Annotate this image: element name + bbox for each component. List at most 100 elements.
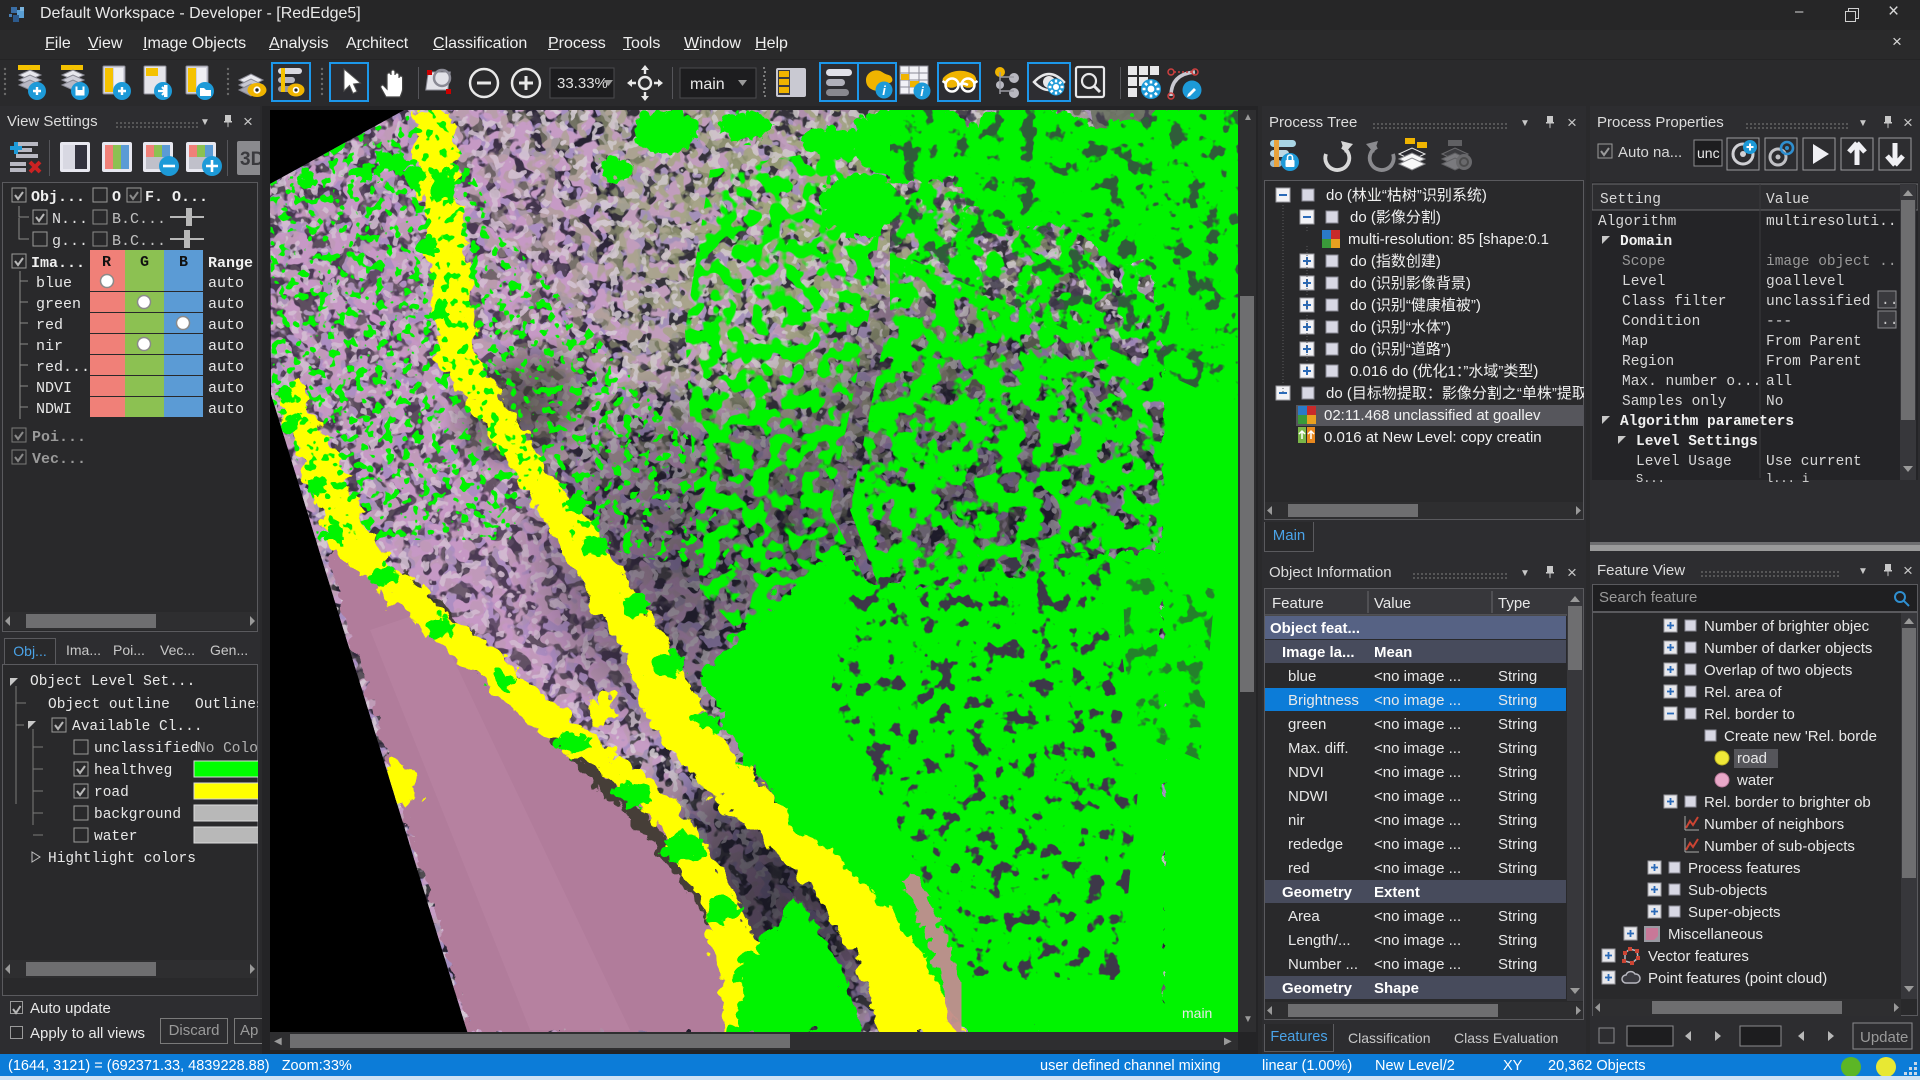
svg-text:Geometry: Geometry (1282, 980, 1353, 997)
svg-text:Number of neighbors: Number of neighbors (1704, 816, 1844, 833)
svg-text:Ima...: Ima... (31, 255, 85, 272)
svg-text:Level: Level (1622, 274, 1666, 290)
svg-text:Rel. border to brighter ob: Rel. border to brighter ob (1704, 794, 1871, 811)
svg-text:R: R (102, 254, 111, 271)
svg-text:Number ...: Number ... (1288, 956, 1358, 973)
svg-text:Setting: Setting (1600, 192, 1661, 208)
svg-text:do (影像分割): do (影像分割) (1350, 209, 1441, 226)
svg-text:Image la...: Image la... (1282, 644, 1355, 661)
svg-text:<no image ...: <no image ... (1374, 740, 1461, 757)
svg-text:Class filter: Class filter (1622, 294, 1726, 310)
svg-text:road: road (94, 785, 129, 801)
svg-text:auto: auto (208, 275, 244, 292)
svg-text:Condition: Condition (1622, 314, 1700, 330)
svg-text:F. O...: F. O... (145, 189, 208, 206)
svg-text:l... i: l... i (1766, 472, 1809, 486)
svg-text:do (目标物提取：影像分割之“单株”提取: do (目标物提取：影像分割之“单株”提取 (1326, 385, 1584, 402)
svg-text:multiresoluti...: multiresoluti... (1766, 214, 1905, 230)
svg-text:nir: nir (36, 338, 63, 355)
svg-text:B: B (179, 254, 188, 271)
svg-text:unc: unc (1697, 145, 1720, 161)
svg-text:NDWI: NDWI (1288, 788, 1328, 805)
svg-text:Extent: Extent (1374, 884, 1420, 901)
svg-text:Value: Value (1766, 192, 1810, 208)
svg-text:String: String (1498, 740, 1537, 757)
svg-text:..: .. (1881, 313, 1898, 329)
svg-text:red...: red... (36, 359, 90, 376)
svg-text:<no image ...: <no image ... (1374, 668, 1461, 685)
svg-text:Mean: Mean (1374, 644, 1412, 661)
svg-text:do (识别影像背景): do (识别影像背景) (1350, 275, 1471, 292)
svg-text:image object ...: image object ... (1766, 254, 1905, 270)
svg-text:road: road (1737, 750, 1767, 767)
svg-text:Miscellaneous: Miscellaneous (1668, 926, 1763, 943)
svg-text:rededge: rededge (1288, 836, 1343, 853)
svg-text:Number of brighter objec: Number of brighter objec (1704, 618, 1870, 635)
svg-text:Map: Map (1622, 334, 1648, 350)
svg-text:multi-resolution: 85 [shape:0.: multi-resolution: 85 [shape:0.1 (1348, 231, 1549, 248)
svg-text:healthveg: healthveg (94, 763, 172, 779)
svg-text:String: String (1498, 788, 1537, 805)
svg-text:String: String (1498, 932, 1537, 949)
svg-text:Overlap of two objects: Overlap of two objects (1704, 662, 1852, 679)
svg-text:N...: N... (52, 211, 88, 228)
svg-text:unclassified: unclassified (1766, 294, 1870, 310)
svg-text:Object feat...: Object feat... (1270, 620, 1360, 637)
svg-text:green: green (36, 296, 81, 313)
svg-text:red: red (36, 317, 63, 334)
svg-text:..: .. (1881, 293, 1898, 309)
svg-text:String: String (1498, 764, 1537, 781)
svg-text:33.33%: 33.33% (557, 75, 608, 92)
svg-text:02:11.468 unclassified at go: 02:11.468 unclassified at goallev (1324, 407, 1541, 424)
svg-text:<no image ...: <no image ... (1374, 788, 1461, 805)
svg-text:do (林业“枯树”识别系统): do (林业“枯树”识别系统) (1326, 187, 1487, 204)
svg-text:From Parent: From Parent (1766, 334, 1862, 350)
svg-text:g...: g... (52, 233, 88, 250)
svg-text:red: red (1288, 860, 1310, 877)
svg-text:water: water (1736, 772, 1774, 789)
svg-text:Create new 'Rel. borde: Create new 'Rel. borde (1724, 728, 1877, 745)
svg-text:<no image ...: <no image ... (1374, 764, 1461, 781)
svg-text:Obj...: Obj... (31, 189, 85, 206)
svg-text:all: all (1766, 374, 1792, 390)
svg-text:Number of sub-objects: Number of sub-objects (1704, 838, 1855, 855)
svg-text:Region: Region (1622, 354, 1674, 370)
svg-text:Use current: Use current (1766, 454, 1862, 470)
svg-text:From Parent: From Parent (1766, 354, 1862, 370)
svg-text:auto: auto (208, 317, 244, 334)
svg-text:Scope: Scope (1622, 254, 1666, 270)
svg-text:Algorithm parameters: Algorithm parameters (1620, 414, 1794, 430)
svg-text:auto: auto (208, 380, 244, 397)
svg-text:String: String (1498, 956, 1537, 973)
svg-text:nir: nir (1288, 812, 1305, 829)
svg-text:background: background (94, 807, 181, 823)
svg-text:Sub-objects: Sub-objects (1688, 882, 1767, 899)
svg-text:Object Level Set...: Object Level Set... (30, 674, 195, 690)
svg-text:i: i (882, 83, 886, 98)
svg-text:Hightlight colors: Hightlight colors (48, 851, 196, 867)
svg-text:auto: auto (208, 401, 244, 418)
svg-text:String: String (1498, 908, 1537, 925)
svg-text:<no image ...: <no image ... (1374, 812, 1461, 829)
svg-text:Process features: Process features (1688, 860, 1801, 877)
svg-text:Length/...: Length/... (1288, 932, 1351, 949)
svg-text:Number of darker objects: Number of darker objects (1704, 640, 1872, 657)
svg-text:Update: Update (1860, 1029, 1908, 1046)
svg-text:<no image ...: <no image ... (1374, 932, 1461, 949)
svg-text:goallevel: goallevel (1766, 274, 1844, 290)
svg-text:<no image ...: <no image ... (1374, 716, 1461, 733)
svg-text:Vec...: Vec... (32, 451, 86, 468)
svg-text:do (识别“道路”): do (识别“道路”) (1350, 341, 1451, 358)
svg-text:water: water (94, 829, 138, 845)
svg-text:No: No (1766, 394, 1783, 410)
svg-text:Max. number o...: Max. number o... (1622, 374, 1761, 390)
svg-text:Available Cl...: Available Cl... (72, 719, 203, 735)
svg-text:blue: blue (1288, 668, 1316, 685)
svg-text:Type: Type (1498, 595, 1531, 612)
svg-text:String: String (1498, 812, 1537, 829)
svg-text:do (识别“健康植被”): do (识别“健康植被”) (1350, 297, 1481, 314)
svg-text:Value: Value (1374, 595, 1411, 612)
svg-text:Max. diff.: Max. diff. (1288, 740, 1349, 757)
svg-text:<no image ...: <no image ... (1374, 860, 1461, 877)
svg-text:Algorithm: Algorithm (1598, 214, 1676, 230)
